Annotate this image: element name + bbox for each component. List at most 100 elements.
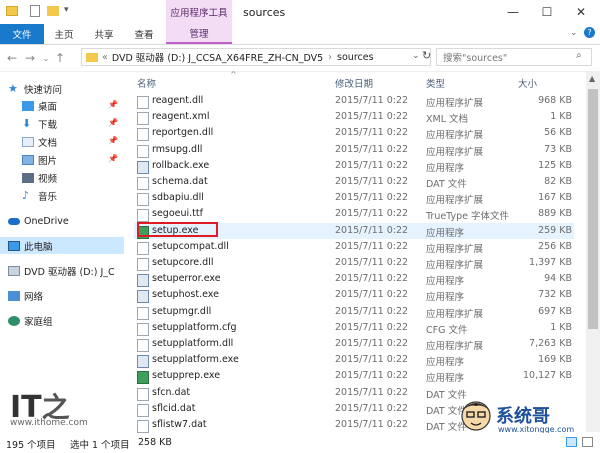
pin-icon[interactable]: 📌	[108, 118, 118, 127]
dll-file-icon	[137, 339, 149, 352]
cloud-icon	[8, 218, 20, 225]
help-icon[interactable]: ?	[584, 27, 595, 38]
file-row[interactable]: setuphost.exe 2015/7/11 0:22 应用程序 732 KB	[134, 287, 574, 304]
dat-file-icon	[137, 387, 149, 401]
file-size: 73 KB	[544, 143, 572, 155]
properties-icon[interactable]	[30, 5, 40, 17]
file-row[interactable]: setupplatform.dll 2015/7/11 0:22 应用程序扩展 7,2…	[134, 336, 574, 352]
refresh-icon[interactable]: ↻	[422, 49, 431, 62]
column-header-date[interactable]: 修改日期	[335, 76, 373, 90]
pin-icon[interactable]: 📌	[108, 154, 118, 163]
scroll-up-icon[interactable]: ▲	[589, 74, 595, 83]
sidebar-item-documents[interactable]: 文档 📌	[0, 133, 124, 150]
forward-button[interactable]: →	[22, 49, 38, 67]
file-row[interactable]: setuperror.exe 2015/7/11 0:22 应用程序 94 KB	[134, 271, 574, 288]
status-bar: 195 个项目 选中 1 个项目 258 KB	[0, 433, 600, 453]
file-row[interactable]: reagent.xml 2015/7/11 0:22 XML 文档 1 KB	[134, 109, 574, 126]
maximize-button[interactable]: ☐	[530, 0, 564, 24]
close-button[interactable]: ✕	[564, 0, 598, 24]
file-row[interactable]: setupcore.dll 2015/7/11 0:22 应用程序扩展 1,397 K…	[134, 255, 574, 271]
file-date: 2015/7/11 0:22	[335, 289, 409, 301]
pin-icon[interactable]: 📌	[108, 136, 118, 145]
sidebar-item-dvd-drive[interactable]: DVD 驱动器 (D:) J_C	[0, 262, 124, 279]
dat-file-icon	[137, 177, 149, 190]
scrollbar-thumb[interactable]	[588, 89, 598, 329]
file-row[interactable]: rollback.exe 2015/7/11 0:22 应用程序 125 KB	[134, 158, 574, 174]
tab-view[interactable]: 查看	[126, 24, 162, 44]
sidebar-item-network[interactable]: 网络	[0, 287, 124, 304]
ribbon-collapse-icon[interactable]: ⌄	[570, 28, 578, 38]
file-name: sflcid.dat	[152, 402, 196, 414]
sidebar-item-homegroup[interactable]: 家庭组	[0, 312, 124, 329]
pin-icon[interactable]: 📌	[108, 100, 118, 109]
large-icons-view-icon[interactable]	[582, 437, 593, 447]
file-date: 2015/7/11 0:22	[335, 176, 409, 187]
address-dropdown-icon[interactable]: ⌄	[412, 51, 420, 61]
file-row[interactable]: reagent.dll 2015/7/11 0:22 应用程序扩展 968 KB	[134, 93, 574, 109]
file-size: 169 KB	[538, 354, 572, 366]
font-file-icon	[137, 209, 149, 223]
back-button[interactable]: ←	[4, 49, 20, 67]
exe-file-icon	[137, 290, 149, 304]
tab-home[interactable]: 主页	[46, 24, 82, 44]
file-row[interactable]: rmsupg.dll 2015/7/11 0:22 应用程序扩展 73 KB	[134, 142, 574, 158]
file-row[interactable]: schema.dat 2015/7/11 0:22 DAT 文件 82 KB	[134, 174, 574, 190]
file-name: segoeui.ttf	[152, 208, 203, 220]
quick-access-dropdown-icon[interactable]: ▾	[64, 5, 69, 15]
file-row[interactable]: setupplatform.cfg 2015/7/11 0:22 CFG 文件 1 K…	[134, 320, 574, 336]
sidebar-item-videos[interactable]: 视频	[0, 169, 124, 186]
file-type: 应用程序	[426, 292, 465, 304]
file-size: 889 KB	[538, 208, 572, 220]
file-type: DAT 文件	[426, 179, 467, 190]
search-input[interactable]: 搜索"sources"	[436, 48, 592, 66]
file-type: 应用程序	[426, 276, 465, 288]
sidebar-item-desktop[interactable]: 桌面 📌	[0, 97, 124, 114]
breadcrumb-drive[interactable]: DVD 驱动器 (D:) J_CCSA_X64FRE_ZH-CN_DV5	[112, 50, 323, 64]
breadcrumb-current[interactable]: sources	[337, 52, 374, 63]
file-size: 697 KB	[538, 305, 572, 317]
dvd-icon	[8, 265, 20, 276]
new-folder-icon[interactable]	[47, 6, 59, 16]
sort-up-icon: ^	[230, 70, 237, 79]
column-header-name[interactable]: 名称	[137, 76, 156, 90]
details-view-icon[interactable]	[566, 437, 577, 447]
column-header-type[interactable]: 类型	[426, 76, 445, 90]
file-row[interactable]: setupplatform.exe 2015/7/11 0:22 应用程序 169 K…	[134, 352, 574, 369]
file-type: 应用程序扩展	[426, 243, 484, 255]
sidebar-item-quick-access[interactable]: ★ 快速访问	[0, 80, 124, 97]
file-date: 2015/7/11 0:22	[335, 208, 409, 220]
sidebar-item-label: 网络	[24, 291, 44, 303]
file-row[interactable]: setupprep.exe 2015/7/11 0:22 应用程序 10,127 KB	[134, 368, 574, 385]
file-name: reagent.xml	[152, 111, 210, 123]
sidebar-item-onedrive[interactable]: OneDrive	[0, 213, 124, 230]
sidebar-item-music[interactable]: ♪ 音乐	[0, 187, 124, 204]
xitongge-logo: 系统哥 www.xitongge.com	[460, 398, 588, 438]
file-name: rollback.exe	[152, 159, 210, 171]
file-date: 2015/7/11 0:22	[335, 370, 409, 382]
file-row[interactable]: setupcompat.dll 2015/7/11 0:22 应用程序扩展 256 K…	[134, 239, 574, 255]
sidebar-item-this-pc[interactable]: 此电脑	[0, 237, 124, 254]
ithome-url: www.ithome.com	[10, 418, 88, 428]
file-size: 10,127 KB	[522, 370, 572, 382]
file-name: setuperror.exe	[152, 273, 221, 285]
breadcrumb-chevron-icon[interactable]: «	[102, 52, 108, 63]
column-header-size[interactable]: 大小	[518, 76, 537, 90]
up-button[interactable]: ↑	[52, 49, 68, 67]
breadcrumb-separator-icon[interactable]: ›	[328, 52, 332, 63]
minimize-button[interactable]: —	[496, 0, 530, 24]
dat-file-icon	[137, 322, 149, 336]
tab-file[interactable]: 文件	[0, 24, 44, 44]
file-row[interactable]: reportgen.dll 2015/7/11 0:22 应用程序扩展 56 KB	[134, 125, 574, 142]
file-row[interactable]: setupmgr.dll 2015/7/11 0:22 应用程序扩展 697 KB	[134, 304, 574, 320]
sidebar-item-downloads[interactable]: ⬇ 下载 📌	[0, 115, 124, 132]
tab-manage[interactable]: 管理	[166, 24, 232, 44]
sidebar-item-label: 快速访问	[24, 84, 63, 96]
file-name: setupplatform.dll	[152, 338, 234, 349]
tab-share[interactable]: 共享	[86, 24, 122, 44]
address-bar[interactable]: « DVD 驱动器 (D:) J_CCSA_X64FRE_ZH-CN_DV5 ›…	[81, 48, 431, 66]
file-row[interactable]: sdbapiu.dll 2015/7/11 0:22 应用程序扩展 167 KB	[134, 190, 574, 207]
sidebar-item-pictures[interactable]: 图片 📌	[0, 151, 124, 168]
file-row[interactable]: segoeui.ttf 2015/7/11 0:22 TrueType 字体文件 88…	[134, 206, 574, 223]
file-name: setupplatform.cfg	[152, 321, 237, 333]
star-icon: ★	[8, 81, 18, 95]
